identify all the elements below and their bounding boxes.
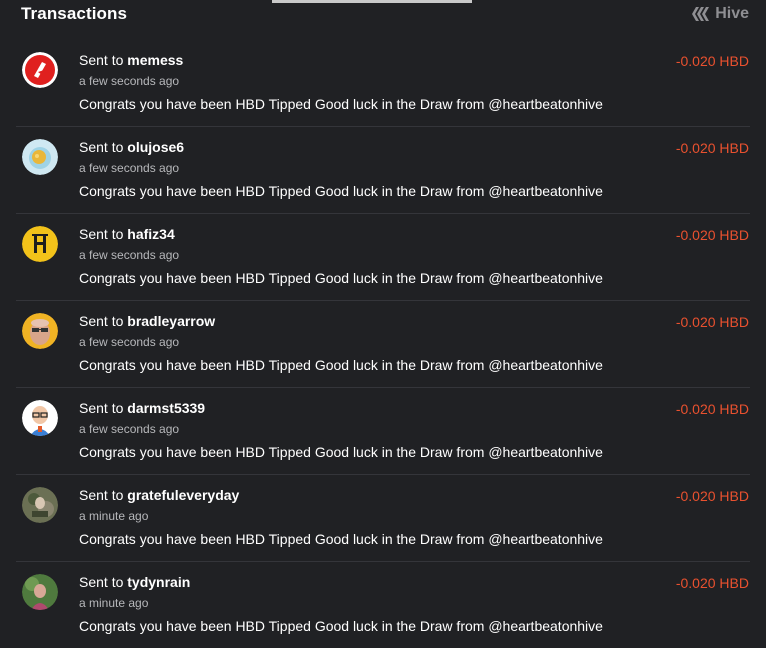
memo-text: Congrats you have been HBD Tipped Good l… [79,531,603,547]
transaction-title: Sent to tydynrain [79,574,190,590]
recipient-link[interactable]: memess [127,52,183,68]
memo-text: Congrats you have been HBD Tipped Good l… [79,444,603,460]
timestamp: a minute ago [79,509,149,523]
sent-to-label: Sent to [79,574,124,590]
sent-to-label: Sent to [79,487,124,503]
sent-to-label: Sent to [79,139,124,155]
transaction-title: Sent to bradleyarrow [79,313,215,329]
tydynrain-avatar[interactable] [22,574,58,610]
transaction-list: Sent to memess a few seconds ago Congrat… [0,40,766,648]
transaction-title: Sent to hafiz34 [79,226,175,242]
transaction-row[interactable]: Sent to gratefuleveryday a minute ago Co… [16,475,750,562]
sent-to-label: Sent to [79,52,124,68]
olujose6-avatar[interactable] [22,139,58,175]
recipient-link[interactable]: darmst5339 [127,400,205,416]
darmst5339-avatar[interactable] [22,400,58,436]
transactions-header: Transactions Hive [0,0,766,40]
transaction-row[interactable]: Sent to tydynrain a minute ago Congrats … [16,562,750,648]
recipient-link[interactable]: olujose6 [127,139,184,155]
transaction-row[interactable]: Sent to darmst5339 a few seconds ago Con… [16,388,750,475]
transaction-title: Sent to gratefuleveryday [79,487,239,503]
hive-logo-icon [692,7,710,21]
recipient-link[interactable]: gratefuleveryday [127,487,239,503]
amount: -0.020 HBD [675,488,749,504]
memo-text: Congrats you have been HBD Tipped Good l… [79,96,603,112]
amount: -0.020 HBD [675,401,749,417]
transaction-row[interactable]: Sent to olujose6 a few seconds ago Congr… [16,127,750,214]
amount: -0.020 HBD [675,575,749,591]
timestamp: a few seconds ago [79,74,180,88]
hive-brand[interactable]: Hive [692,5,749,23]
brand-label: Hive [715,5,749,22]
gratefuleveryday-avatar[interactable] [22,487,58,523]
memo-text: Congrats you have been HBD Tipped Good l… [79,357,603,373]
timestamp: a few seconds ago [79,248,180,262]
amount: -0.020 HBD [675,53,749,69]
amount: -0.020 HBD [675,314,749,330]
timestamp: a minute ago [79,596,149,610]
page-title: Transactions [21,4,128,23]
memo-text: Congrats you have been HBD Tipped Good l… [79,270,603,286]
memo-text: Congrats you have been HBD Tipped Good l… [79,618,603,634]
transaction-title: Sent to memess [79,52,183,68]
bradleyarrow-avatar[interactable] [22,313,58,349]
sent-to-label: Sent to [79,400,124,416]
transaction-title: Sent to olujose6 [79,139,184,155]
timestamp: a few seconds ago [79,422,180,436]
recipient-link[interactable]: bradleyarrow [127,313,215,329]
transaction-row[interactable]: Sent to bradleyarrow a few seconds ago C… [16,301,750,388]
timestamp: a few seconds ago [79,335,180,349]
memess-avatar[interactable] [22,52,58,88]
recipient-link[interactable]: tydynrain [127,574,190,590]
transaction-row[interactable]: Sent to memess a few seconds ago Congrat… [16,40,750,127]
transaction-row[interactable]: Sent to hafiz34 a few seconds ago Congra… [16,214,750,301]
amount: -0.020 HBD [675,140,749,156]
memo-text: Congrats you have been HBD Tipped Good l… [79,183,603,199]
transaction-title: Sent to darmst5339 [79,400,205,416]
amount: -0.020 HBD [675,227,749,243]
timestamp: a few seconds ago [79,161,180,175]
hafiz34-avatar[interactable] [22,226,58,262]
sent-to-label: Sent to [79,313,124,329]
recipient-link[interactable]: hafiz34 [127,226,174,242]
sent-to-label: Sent to [79,226,124,242]
